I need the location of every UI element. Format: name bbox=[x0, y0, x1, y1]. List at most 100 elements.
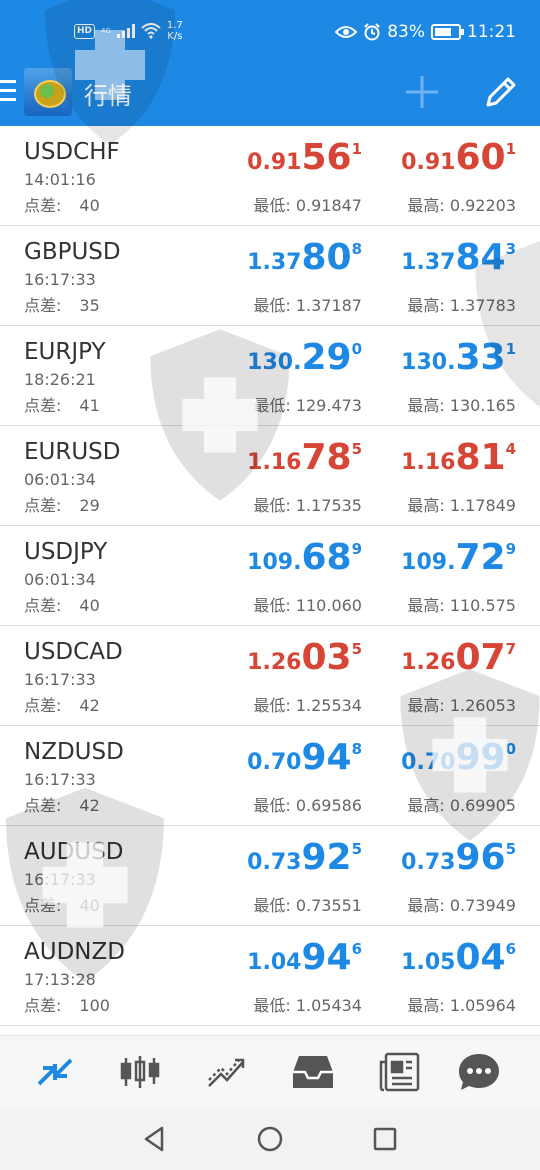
spread: 点差: 42 bbox=[24, 792, 100, 816]
status-left: HD 4G 1.7 K/s bbox=[74, 20, 183, 42]
bid-fraction: 5 bbox=[351, 840, 362, 858]
spread-label: 点差: bbox=[24, 696, 62, 715]
quote-time: 06:01:34 bbox=[24, 570, 96, 589]
daily-high: 最高: 0.92203 bbox=[407, 196, 516, 215]
battery-icon bbox=[431, 24, 464, 40]
trade-icon[interactable] bbox=[205, 1050, 249, 1094]
back-icon[interactable] bbox=[140, 1124, 170, 1154]
ask-pips: 81 bbox=[455, 437, 506, 478]
quote-row-usdchf[interactable]: USDCHF 14:01:16 点差: 40 0.91561 0.91601 最低: 0.9… bbox=[0, 126, 540, 226]
spread-value: 29 bbox=[79, 496, 100, 515]
signal-icon bbox=[116, 24, 135, 38]
bid-price: 1.37808 bbox=[247, 238, 362, 284]
spread: 点差: 41 bbox=[24, 392, 100, 416]
clock: 11:21 bbox=[467, 22, 516, 42]
spread: 点差: 29 bbox=[24, 492, 100, 516]
ask-prefix: 0.73 bbox=[401, 850, 456, 875]
bid-prefix: 0.70 bbox=[247, 750, 302, 775]
history-icon[interactable] bbox=[291, 1050, 335, 1094]
bottom-nav bbox=[0, 1035, 540, 1108]
spread-value: 40 bbox=[79, 596, 100, 615]
daily-low: 最低: 1.25534 bbox=[253, 696, 362, 715]
ask-prefix: 1.05 bbox=[401, 950, 456, 975]
network-speed: 1.7 K/s bbox=[166, 20, 183, 42]
messages-icon[interactable] bbox=[457, 1050, 501, 1094]
daily-low: 最低: 1.37187 bbox=[253, 296, 362, 315]
spread: 点差: 100 bbox=[24, 992, 110, 1016]
chart-icon[interactable] bbox=[118, 1050, 162, 1094]
bid-fraction: 1 bbox=[351, 140, 362, 158]
bid-pips: 78 bbox=[301, 437, 352, 478]
spread-value: 42 bbox=[79, 696, 100, 715]
status-right: 83% 11:21 bbox=[335, 22, 516, 42]
bid-pips: 92 bbox=[301, 837, 352, 878]
spread: 点差: 40 bbox=[24, 192, 100, 216]
alarm-icon bbox=[364, 23, 380, 41]
ask-fraction: 0 bbox=[505, 740, 516, 758]
quote-time: 16:17:33 bbox=[24, 270, 96, 289]
bid-pips: 56 bbox=[301, 137, 352, 178]
quote-row-usdcad[interactable]: USDCAD 16:17:33 点差: 42 1.26035 1.26077 最低: 1.2… bbox=[0, 626, 540, 726]
quote-time: 17:13:28 bbox=[24, 970, 96, 989]
quote-row-gbpusd[interactable]: GBPUSD 16:17:33 点差: 35 1.37808 1.37843 最低: 1.3… bbox=[0, 226, 540, 326]
quote-time: 06:01:34 bbox=[24, 470, 96, 489]
spread: 点差: 40 bbox=[24, 892, 100, 916]
bid-price: 0.91561 bbox=[247, 138, 362, 184]
spread-label: 点差: bbox=[24, 396, 62, 415]
bid-fraction: 9 bbox=[351, 540, 362, 558]
bid-prefix: 109. bbox=[247, 550, 302, 575]
hd-badge: HD bbox=[74, 23, 96, 39]
ask-fraction: 1 bbox=[505, 140, 516, 158]
ask-prefix: 1.26 bbox=[401, 650, 456, 675]
ask-pips: 72 bbox=[455, 537, 506, 578]
daily-low: 最低: 110.060 bbox=[253, 596, 362, 615]
quote-row-usdjpy[interactable]: USDJPY 06:01:34 点差: 40 109.689 109.729 最低: 110… bbox=[0, 526, 540, 626]
symbol-name: GBPUSD bbox=[24, 239, 121, 265]
bid-prefix: 130. bbox=[247, 350, 302, 375]
bid-fraction: 6 bbox=[351, 940, 362, 958]
quote-time: 16:17:33 bbox=[24, 770, 96, 789]
news-icon[interactable] bbox=[378, 1050, 422, 1094]
bid-fraction: 5 bbox=[351, 640, 362, 658]
quote-row-audnzd[interactable]: AUDNZD 17:13:28 点差: 100 1.04946 1.05046 最低: 1.… bbox=[0, 926, 540, 1026]
ask-pips: 96 bbox=[455, 837, 506, 878]
bid-pips: 80 bbox=[301, 237, 352, 278]
page-title: 行情 bbox=[84, 82, 132, 110]
bid-fraction: 5 bbox=[351, 440, 362, 458]
spread-label: 点差: bbox=[24, 296, 62, 315]
daily-low: 最低: 1.05434 bbox=[253, 996, 362, 1015]
plus-icon[interactable] bbox=[404, 74, 440, 110]
ask-pips: 33 bbox=[455, 337, 506, 378]
quote-time: 14:01:16 bbox=[24, 170, 96, 189]
daily-high: 最高: 0.73949 bbox=[407, 896, 516, 915]
quote-row-audusd[interactable]: AUDUSD 16:17:33 点差: 40 0.73925 0.73965 最低: 0.7… bbox=[0, 826, 540, 926]
status-bar: HD 4G 1.7 K/s 83% 11:21 bbox=[0, 0, 540, 60]
quote-row-eurjpy[interactable]: EURJPY 18:26:21 点差: 41 130.290 130.331 最低: 129… bbox=[0, 326, 540, 426]
ask-price: 0.70990 bbox=[401, 738, 516, 784]
quote-row-eurusd[interactable]: EURUSD 06:01:34 点差: 29 1.16785 1.16814 最低: 1.1… bbox=[0, 426, 540, 526]
spread-value: 41 bbox=[79, 396, 100, 415]
spread: 点差: 40 bbox=[24, 592, 100, 616]
ask-prefix: 0.70 bbox=[401, 750, 456, 775]
daily-low: 最低: 0.69586 bbox=[253, 796, 362, 815]
app-logo[interactable] bbox=[24, 68, 72, 116]
bid-price: 130.290 bbox=[247, 338, 362, 384]
daily-high: 最高: 130.165 bbox=[407, 396, 516, 415]
ask-prefix: 0.91 bbox=[401, 150, 456, 175]
ask-fraction: 6 bbox=[505, 940, 516, 958]
ask-pips: 60 bbox=[455, 137, 506, 178]
ask-pips: 84 bbox=[455, 237, 506, 278]
network-type: 4G bbox=[101, 27, 111, 35]
quotes-icon[interactable] bbox=[33, 1050, 77, 1094]
quote-row-nzdusd[interactable]: NZDUSD 16:17:33 点差: 42 0.70948 0.70990 最低: 0.6… bbox=[0, 726, 540, 826]
quote-time: 16:17:33 bbox=[24, 670, 96, 689]
menu-icon[interactable] bbox=[0, 80, 16, 102]
pencil-icon[interactable] bbox=[482, 73, 520, 111]
symbol-name: USDCAD bbox=[24, 639, 123, 665]
home-icon[interactable] bbox=[255, 1124, 285, 1154]
quote-time: 16:17:33 bbox=[24, 870, 96, 889]
spread-label: 点差: bbox=[24, 896, 62, 915]
recents-icon[interactable] bbox=[370, 1124, 400, 1154]
spread-value: 100 bbox=[79, 996, 110, 1015]
daily-high: 最高: 1.26053 bbox=[407, 696, 516, 715]
